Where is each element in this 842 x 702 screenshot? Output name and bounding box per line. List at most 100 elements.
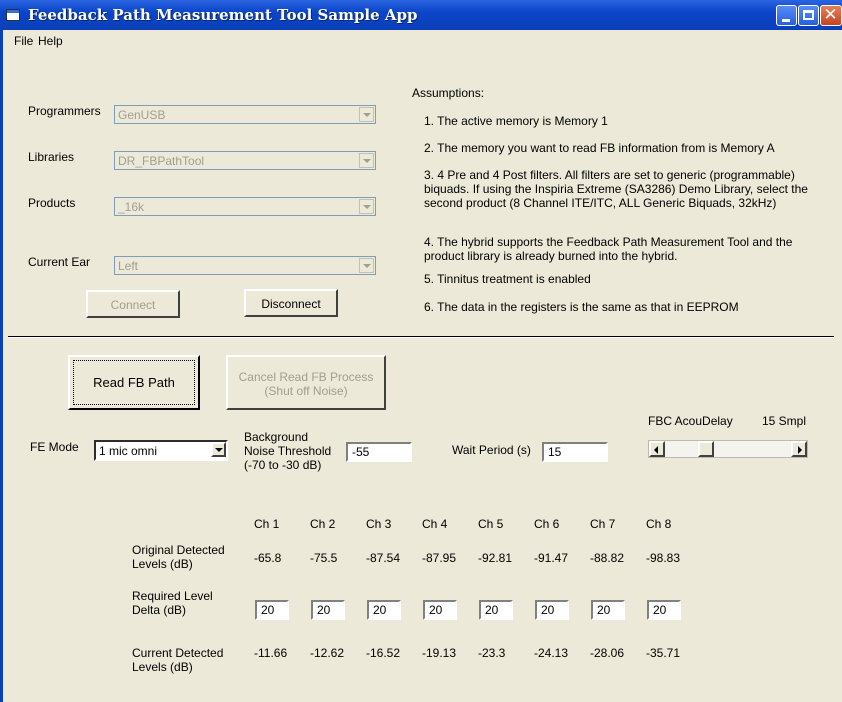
read-fb-path-label: Read FB Path xyxy=(93,375,175,390)
programmers-label: Programmers xyxy=(28,104,101,118)
fe-mode-select[interactable]: 1 mic omni xyxy=(94,440,228,461)
required-delta-input[interactable]: 20 xyxy=(311,600,345,620)
app-icon[interactable] xyxy=(6,9,20,21)
read-fb-path-button[interactable]: Read FB Path xyxy=(68,355,200,410)
channel-header: Ch 8 xyxy=(646,517,672,531)
channel-header: Ch 3 xyxy=(366,517,392,531)
current-level-value: -35.71 xyxy=(646,646,681,660)
required-delta-input[interactable]: 20 xyxy=(367,600,401,620)
scroll-right-icon[interactable] xyxy=(791,441,807,457)
required-delta-input[interactable]: 20 xyxy=(535,600,569,620)
original-level-value: -92.81 xyxy=(478,551,513,565)
close-button[interactable]: ✕ xyxy=(820,5,842,26)
products-select[interactable]: _16k xyxy=(114,197,376,216)
required-delta-input[interactable]: 20 xyxy=(647,600,681,620)
channel-header: Ch 5 xyxy=(478,517,504,531)
window-frame xyxy=(0,30,3,702)
close-icon: ✕ xyxy=(823,5,838,25)
chevron-down-icon[interactable] xyxy=(359,107,374,122)
channel-header: Ch 2 xyxy=(310,517,336,531)
original-label-line2: Levels (dB) xyxy=(132,557,193,571)
channel-header: Ch 6 xyxy=(534,517,560,531)
background-noise-label: Background Noise Threshold (-70 to -30 d… xyxy=(244,430,331,472)
title-bar[interactable]: Feedback Path Measurement Tool Sample Ap… xyxy=(0,0,842,30)
assumption-item: 2. The memory you want to read FB inform… xyxy=(424,141,775,155)
required-delta-input[interactable]: 20 xyxy=(255,600,289,620)
assumption-item: 3. 4 Pre and 4 Post filters. All filters… xyxy=(424,168,808,210)
channel-header: Ch 4 xyxy=(422,517,448,531)
bg-label-line3: (-70 to -30 dB) xyxy=(244,458,322,472)
current-ear-select[interactable]: Left xyxy=(114,256,376,275)
cancel-label-line2: (Shut off Noise) xyxy=(264,384,348,398)
fe-mode-label: FE Mode xyxy=(30,440,79,454)
channel-header: Ch 1 xyxy=(254,517,280,531)
slider-thumb[interactable] xyxy=(698,441,714,457)
original-level-value: -75.5 xyxy=(310,551,338,565)
background-noise-input[interactable]: -55 xyxy=(346,442,412,462)
programmers-select[interactable]: GenUSB xyxy=(114,105,376,124)
wait-period-label: Wait Period (s) xyxy=(452,443,531,457)
chevron-down-icon[interactable] xyxy=(359,199,374,214)
chevron-down-icon[interactable] xyxy=(359,258,374,273)
original-levels-label: Original Detected Levels (dB) xyxy=(132,543,225,571)
menu-file[interactable]: File xyxy=(14,34,33,48)
libraries-select[interactable]: DR_FBPathTool xyxy=(114,151,376,170)
section-divider xyxy=(8,336,834,338)
maximize-icon xyxy=(803,10,814,20)
fe-mode-value: 1 mic omni xyxy=(99,444,158,458)
connect-button[interactable]: Connect xyxy=(86,290,180,318)
bg-label-line1: Background xyxy=(244,430,309,444)
assumptions-heading: Assumptions: xyxy=(412,86,485,100)
current-label-line2: Levels (dB) xyxy=(132,660,193,674)
current-ear-label: Current Ear xyxy=(28,255,91,269)
assumption-item: 1. The active memory is Memory 1 xyxy=(424,114,608,128)
wait-period-input[interactable]: 15 xyxy=(542,442,608,462)
current-level-value: -28.06 xyxy=(590,646,625,660)
libraries-value: DR_FBPathTool xyxy=(118,154,205,168)
assumption-item: 5. Tinnitus treatment is enabled xyxy=(424,272,591,286)
menu-bar: File Help xyxy=(0,30,842,50)
current-label-line1: Current Detected xyxy=(132,646,224,660)
menu-help[interactable]: Help xyxy=(38,34,63,48)
chevron-down-icon[interactable] xyxy=(359,153,374,168)
products-label: Products xyxy=(28,196,76,210)
minimize-button[interactable] xyxy=(776,5,797,26)
products-value: _16k xyxy=(118,200,145,214)
assumption-item: 4. The hybrid supports the Feedback Path… xyxy=(424,235,793,263)
programmers-value: GenUSB xyxy=(118,108,166,122)
current-ear-value: Left xyxy=(118,259,139,273)
cancel-label-line1: Cancel Read FB Process xyxy=(238,370,374,384)
disconnect-label: Disconnect xyxy=(261,297,321,311)
scroll-left-icon[interactable] xyxy=(649,441,665,457)
chevron-down-icon[interactable] xyxy=(211,442,226,457)
current-level-value: -19.13 xyxy=(422,646,457,660)
current-level-value: -16.52 xyxy=(366,646,401,660)
required-delta-label: Required Level Delta (dB) xyxy=(132,589,213,617)
current-level-value: -11.66 xyxy=(254,646,288,660)
required-label-line2: Delta (dB) xyxy=(132,603,187,617)
maximize-button[interactable] xyxy=(798,5,819,26)
original-level-value: -87.95 xyxy=(422,551,457,565)
cancel-read-button[interactable]: Cancel Read FB Process (Shut off Noise) xyxy=(226,355,386,410)
original-level-value: -65.8 xyxy=(254,551,282,565)
original-level-value: -87.54 xyxy=(366,551,401,565)
required-label-line1: Required Level xyxy=(132,589,213,603)
connect-label: Connect xyxy=(110,298,156,312)
current-levels-label: Current Detected Levels (dB) xyxy=(132,646,223,674)
disconnect-button[interactable]: Disconnect xyxy=(244,289,338,317)
minimize-icon xyxy=(782,19,790,22)
current-level-value: -12.62 xyxy=(310,646,345,660)
window-title: Feedback Path Measurement Tool Sample Ap… xyxy=(28,6,418,24)
required-delta-input[interactable]: 20 xyxy=(591,600,625,620)
libraries-label: Libraries xyxy=(28,150,75,164)
current-level-value: -24.13 xyxy=(534,646,569,660)
original-label-line1: Original Detected xyxy=(132,543,225,557)
original-level-value: -98.83 xyxy=(646,551,681,565)
assumption-item: 6. The data in the registers is the same… xyxy=(424,300,739,314)
required-delta-input[interactable]: 20 xyxy=(423,600,457,620)
channel-header: Ch 7 xyxy=(590,517,616,531)
bg-label-line2: Noise Threshold xyxy=(244,444,332,458)
fbc-acoudelay-slider[interactable] xyxy=(648,440,808,458)
required-delta-input[interactable]: 20 xyxy=(479,600,513,620)
fbc-acoudelay-value: 15 Smpl xyxy=(762,414,807,428)
